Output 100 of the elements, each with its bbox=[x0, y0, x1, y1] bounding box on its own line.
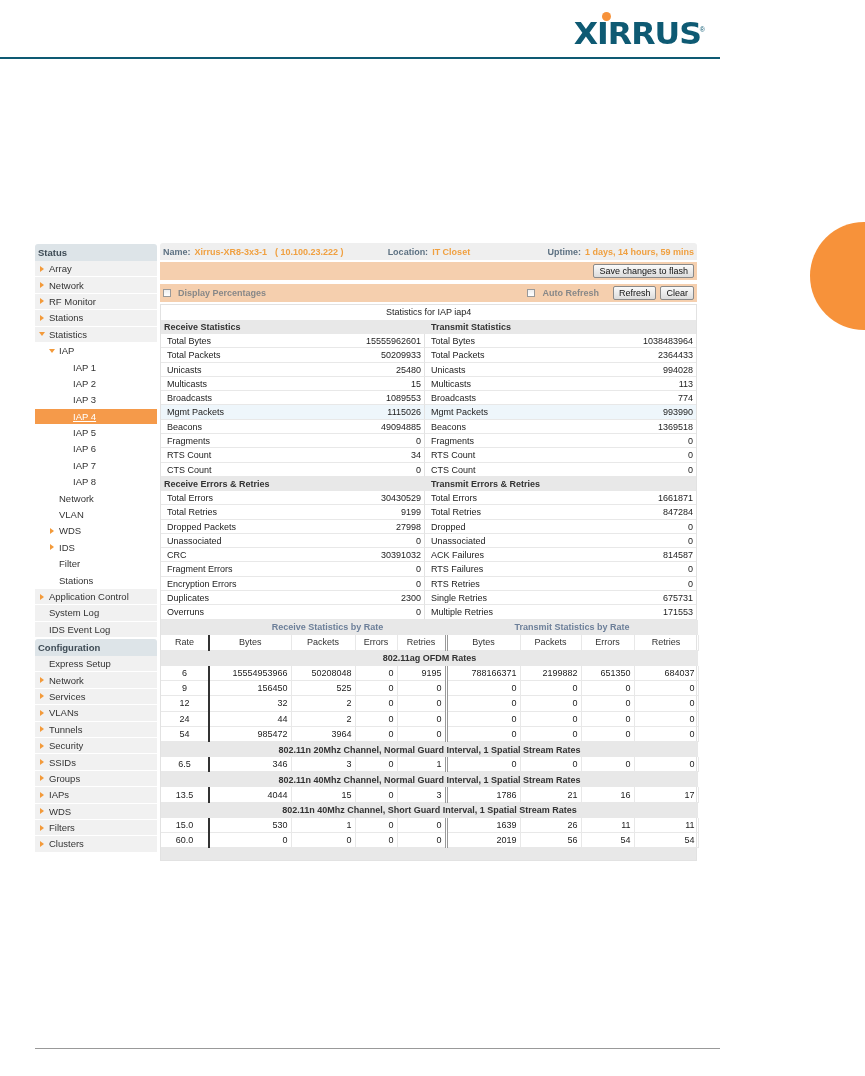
column-header: Retries bbox=[634, 634, 699, 651]
table-cell: 0 bbox=[634, 711, 699, 727]
stat-value: 0 bbox=[265, 462, 425, 477]
table-cell: 0 bbox=[581, 680, 634, 696]
table-cell: 1 bbox=[397, 757, 446, 772]
table-cell: 0 bbox=[520, 757, 581, 772]
stat-label: CTS Count bbox=[425, 462, 529, 477]
table-cell: 0 bbox=[355, 711, 397, 727]
sidebar-item[interactable]: SSIDs bbox=[35, 754, 157, 771]
table-cell: 1 bbox=[291, 817, 355, 833]
sidebar-item[interactable]: VLANs bbox=[35, 705, 157, 722]
table-cell: 3 bbox=[291, 757, 355, 772]
table-cell: 15.0 bbox=[161, 817, 209, 833]
stat-value: 0 bbox=[529, 448, 696, 463]
stat-label: Total Retries bbox=[425, 505, 529, 520]
caret-icon[interactable] bbox=[48, 347, 55, 354]
stat-value: 847284 bbox=[529, 505, 696, 520]
table-cell: 0 bbox=[634, 680, 699, 696]
caret-icon[interactable] bbox=[48, 544, 55, 551]
stat-value: 0 bbox=[529, 519, 696, 534]
table-cell: 0 bbox=[520, 680, 581, 696]
table-cell: 0 bbox=[446, 711, 520, 727]
column-header: Retries bbox=[397, 634, 446, 651]
caret-icon[interactable] bbox=[38, 677, 45, 684]
table-cell: 0 bbox=[520, 695, 581, 712]
table-cell: 525 bbox=[291, 680, 355, 696]
caret-icon[interactable] bbox=[38, 709, 45, 716]
sidebar-item[interactable]: Array bbox=[35, 261, 157, 278]
caret-icon[interactable] bbox=[38, 693, 45, 700]
caret-icon[interactable] bbox=[38, 593, 45, 600]
table-cell: 21 bbox=[520, 787, 581, 803]
stat-label: Multiple Retries bbox=[425, 605, 529, 620]
stat-value: 34 bbox=[265, 448, 425, 463]
refresh-button[interactable]: Refresh bbox=[612, 286, 657, 300]
checkbox-label: Auto Refresh bbox=[542, 288, 599, 298]
sidebar-item[interactable]: Stations bbox=[35, 310, 157, 327]
stat-value: 0 bbox=[529, 462, 696, 477]
table-cell: 32 bbox=[209, 695, 291, 712]
table-cell: 0 bbox=[355, 726, 397, 742]
table-cell: 0 bbox=[355, 832, 397, 848]
table-cell: 0 bbox=[397, 832, 446, 848]
sidebar-item[interactable]: Network bbox=[35, 672, 157, 689]
logo-dot-icon bbox=[602, 12, 611, 21]
table-cell: 0 bbox=[355, 665, 397, 681]
stat-value: 2364433 bbox=[529, 348, 696, 363]
logo-text: XIRRUS bbox=[573, 18, 701, 49]
statistics-title: Statistics for IAP iap4 bbox=[385, 306, 473, 319]
caret-icon[interactable] bbox=[38, 742, 45, 749]
table-cell: 9195 bbox=[397, 665, 446, 681]
table-cell: 16 bbox=[581, 787, 634, 803]
clear-button[interactable]: Clear bbox=[660, 286, 694, 300]
caret-icon[interactable] bbox=[38, 791, 45, 798]
device-address: ( 10.100.23.222 ) bbox=[275, 246, 344, 257]
stat-label: Dropped bbox=[425, 519, 529, 534]
table-cell: 17 bbox=[634, 787, 699, 803]
sidebar-item[interactable]: Clusters bbox=[35, 836, 157, 853]
section-heading: Transmit Statistics bbox=[425, 320, 696, 334]
stat-label: Dropped Packets bbox=[161, 519, 265, 534]
stat-label: Unicasts bbox=[161, 362, 265, 377]
name-label: Name: bbox=[163, 246, 191, 257]
save-button[interactable]: Save changes to flash bbox=[593, 264, 694, 278]
caret-icon[interactable] bbox=[48, 527, 55, 534]
checkbox[interactable] bbox=[527, 289, 536, 297]
checkbox[interactable] bbox=[163, 289, 171, 297]
table-cell: 0 bbox=[446, 695, 520, 712]
table-cell: 44 bbox=[209, 711, 291, 727]
table-cell: 0 bbox=[209, 832, 291, 848]
table-cell: 12 bbox=[161, 695, 209, 712]
caret-icon[interactable] bbox=[38, 775, 45, 782]
uptime-label: Uptime: bbox=[547, 246, 581, 257]
sidebar-item[interactable]: IAPs bbox=[35, 787, 157, 804]
stat-label: Fragment Errors bbox=[161, 562, 265, 577]
stat-label: Mgmt Packets bbox=[425, 405, 529, 420]
caret-icon[interactable] bbox=[38, 331, 45, 338]
column-header: Packets bbox=[520, 634, 581, 651]
caret-icon[interactable] bbox=[38, 840, 45, 847]
stat-label: RTS Failures bbox=[425, 562, 529, 577]
table-cell: 2 bbox=[291, 695, 355, 712]
caret-icon[interactable] bbox=[38, 808, 45, 815]
location-value: IT Closet bbox=[432, 246, 471, 257]
caret-icon[interactable] bbox=[38, 726, 45, 733]
caret-icon[interactable] bbox=[38, 298, 45, 305]
sidebar-item[interactable]: Network bbox=[35, 277, 157, 294]
stat-value: 0 bbox=[529, 562, 696, 577]
stat-value: 0 bbox=[265, 605, 425, 620]
table-cell: 530 bbox=[209, 817, 291, 833]
caret-icon[interactable] bbox=[38, 314, 45, 321]
stat-label: RTS Count bbox=[425, 448, 529, 463]
caret-icon[interactable] bbox=[38, 824, 45, 831]
stat-value: 25480 bbox=[265, 362, 425, 377]
column-header: Errors bbox=[355, 634, 397, 651]
sidebar-item[interactable]: System Log bbox=[35, 605, 157, 622]
table-cell: 0 bbox=[355, 695, 397, 712]
table-cell: 2 bbox=[291, 711, 355, 727]
stat-label: CTS Count bbox=[161, 462, 265, 477]
caret-icon[interactable] bbox=[38, 759, 45, 765]
table-cell: 1639 bbox=[446, 817, 520, 833]
table-cell: 54 bbox=[634, 832, 699, 848]
caret-icon[interactable] bbox=[38, 265, 45, 272]
caret-icon[interactable] bbox=[38, 282, 45, 289]
